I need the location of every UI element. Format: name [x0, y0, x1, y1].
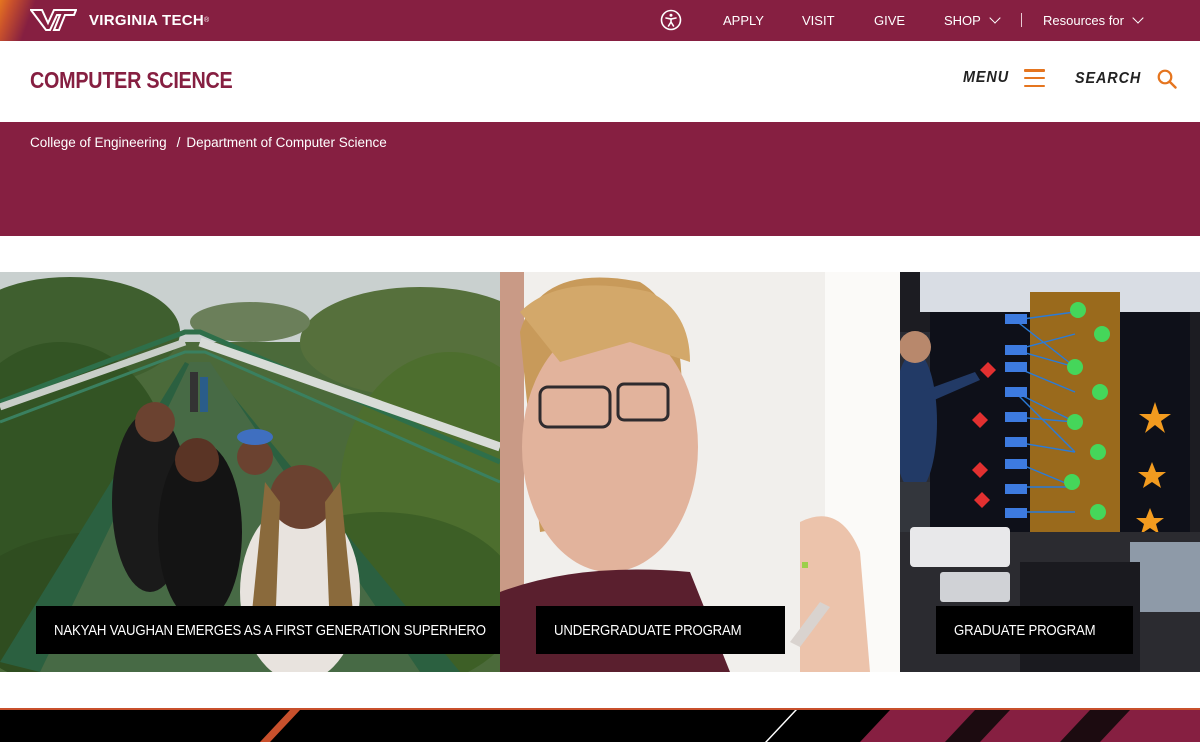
- chevron-down-icon: [1132, 12, 1144, 24]
- card-label-text: GRADUATE PROGRAM: [954, 621, 1096, 639]
- virginia-tech-logo[interactable]: VIRGINIA TECH ®: [30, 9, 209, 31]
- menu-label: MENU: [963, 69, 1009, 86]
- registered-mark: ®: [204, 16, 210, 24]
- shop-label: SHOP: [944, 13, 981, 28]
- breadcrumb-department-link[interactable]: Department of Computer Science: [186, 135, 386, 150]
- site-header: COMPUTER SCIENCE MENU SEARCH: [0, 41, 1200, 123]
- accessibility-icon[interactable]: [660, 9, 682, 31]
- search-button[interactable]: SEARCH: [1075, 69, 1177, 89]
- utility-bar: VIRGINIA TECH ® APPLY VISIT GIVE SHOP Res…: [0, 0, 1200, 41]
- search-icon: [1157, 69, 1177, 89]
- resources-dropdown[interactable]: Resources for: [1043, 0, 1144, 41]
- card-label: GRADUATE PROGRAM: [936, 606, 1133, 654]
- breadcrumb: College of Engineering / Department of C…: [30, 135, 387, 150]
- menu-button[interactable]: MENU: [963, 69, 1046, 87]
- feature-cards: NAKYAH VAUGHAN EMERGES AS A FIRST GENERA…: [0, 272, 1200, 672]
- vt-logo-icon: [30, 9, 77, 31]
- card-label: UNDERGRADUATE PROGRAM: [536, 606, 786, 654]
- shop-dropdown[interactable]: SHOP: [944, 0, 1001, 41]
- card-label-text: UNDERGRADUATE PROGRAM: [554, 621, 742, 639]
- resources-label: Resources for: [1043, 13, 1124, 28]
- site-title[interactable]: COMPUTER SCIENCE: [30, 67, 233, 94]
- hero-band: College of Engineering / Department of C…: [0, 122, 1200, 236]
- breadcrumb-college-link[interactable]: College of Engineering: [30, 135, 167, 150]
- feature-card-undergraduate[interactable]: UNDERGRADUATE PROGRAM: [500, 272, 900, 672]
- search-label: SEARCH: [1075, 70, 1142, 87]
- visit-link[interactable]: VISIT: [802, 13, 835, 28]
- give-link[interactable]: GIVE: [874, 13, 905, 28]
- brand-wordmark: VIRGINIA TECH: [89, 11, 205, 29]
- footer-decoration: [260, 710, 1200, 742]
- feature-card-graduate[interactable]: GRADUATE PROGRAM: [900, 272, 1200, 672]
- divider: [1021, 13, 1022, 27]
- hamburger-icon: [1024, 69, 1046, 87]
- feature-card-news[interactable]: NAKYAH VAUGHAN EMERGES AS A FIRST GENERA…: [0, 272, 500, 672]
- chevron-down-icon: [989, 12, 1001, 24]
- breadcrumb-separator: /: [176, 135, 181, 150]
- card-label-text: NAKYAH VAUGHAN EMERGES AS A FIRST GENERA…: [54, 621, 486, 639]
- footer: [0, 708, 1200, 742]
- card-label: NAKYAH VAUGHAN EMERGES AS A FIRST GENERA…: [36, 606, 500, 654]
- apply-link[interactable]: APPLY: [723, 13, 764, 28]
